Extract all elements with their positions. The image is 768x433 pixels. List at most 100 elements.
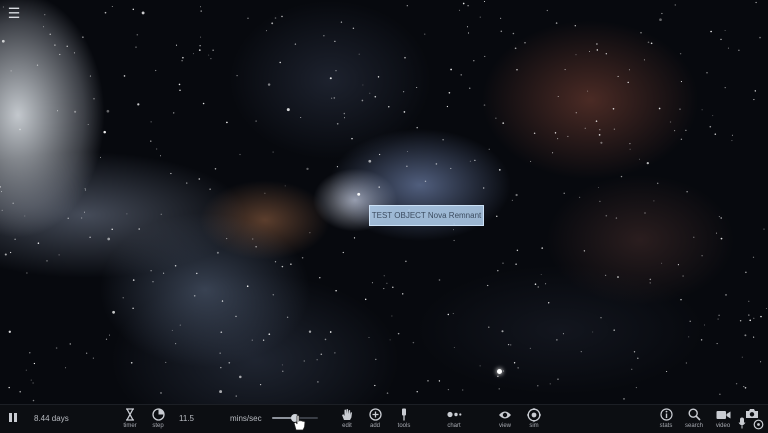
star (718, 314, 720, 317)
edit-button[interactable]: edit (332, 407, 362, 433)
star (562, 333, 564, 335)
sim-button[interactable]: sim (519, 407, 549, 433)
star (760, 315, 762, 318)
star (159, 155, 162, 157)
star (653, 200, 655, 202)
star (12, 202, 14, 205)
star (111, 228, 113, 231)
star (59, 53, 61, 56)
star (605, 53, 607, 55)
star (335, 290, 337, 292)
star (503, 370, 505, 372)
star (383, 288, 385, 290)
star (375, 358, 377, 361)
star (210, 57, 212, 60)
star (378, 186, 380, 188)
pause-button[interactable] (8, 412, 18, 423)
star (122, 297, 124, 299)
star (357, 192, 361, 196)
star (404, 56, 406, 59)
test-object-label[interactable]: TEST OBJECT Nova Remnant (369, 205, 484, 226)
search-button[interactable]: search (679, 407, 709, 433)
hourglass-icon (126, 408, 134, 421)
stats-button[interactable]: stats (651, 407, 681, 433)
chart-label: chart (447, 423, 461, 429)
star (403, 91, 405, 93)
star (685, 362, 688, 364)
star (73, 52, 75, 54)
star (748, 314, 750, 316)
star (597, 186, 599, 188)
pin-icon (402, 408, 406, 421)
star (754, 90, 756, 92)
star (753, 99, 755, 101)
star (286, 316, 289, 318)
chart-button[interactable]: chart (439, 407, 469, 433)
step-value: 11.5 (179, 414, 194, 423)
step-button[interactable]: step (143, 407, 173, 433)
star (126, 213, 128, 215)
star (329, 331, 332, 333)
selected-star[interactable] (497, 369, 502, 374)
star (631, 368, 633, 370)
tools-button[interactable]: tools (389, 407, 419, 433)
star (174, 264, 177, 267)
star (74, 110, 77, 113)
star (406, 165, 408, 167)
star (150, 121, 152, 123)
star (545, 283, 547, 285)
star (374, 95, 377, 98)
star (25, 369, 27, 371)
star (364, 298, 367, 301)
star (208, 54, 210, 56)
star (193, 295, 196, 297)
star (351, 137, 353, 140)
star (274, 17, 277, 19)
search-label: search (684, 423, 703, 429)
star (438, 380, 441, 382)
tools-label: tools (397, 423, 411, 429)
star (212, 49, 214, 51)
hamburger-menu-icon[interactable]: ☰ (5, 4, 23, 22)
star (320, 353, 323, 356)
star (335, 70, 337, 72)
star (557, 378, 559, 380)
star (386, 392, 389, 394)
star (0, 186, 1, 188)
star (738, 49, 740, 52)
star (259, 383, 262, 386)
star (239, 375, 242, 379)
chart-dots-icon (446, 411, 461, 418)
star (226, 121, 228, 124)
star (123, 75, 126, 77)
star (109, 334, 111, 336)
video-button[interactable]: video (708, 407, 738, 433)
star (496, 215, 498, 217)
star (495, 117, 497, 119)
star (216, 251, 219, 254)
space-view[interactable]: ☰ TEST OBJECT Nova Remnant (0, 0, 768, 404)
view-button[interactable]: view (490, 407, 520, 433)
star (516, 249, 519, 252)
star (266, 30, 267, 32)
screenshot-button[interactable] (745, 408, 759, 419)
star (92, 357, 94, 359)
star (497, 375, 499, 378)
star (529, 347, 532, 350)
add-button[interactable]: add (360, 407, 390, 433)
star (281, 265, 284, 268)
star (598, 134, 601, 136)
star (452, 313, 454, 315)
star (613, 128, 616, 130)
settings-button[interactable] (753, 419, 764, 430)
star (578, 196, 581, 199)
star (580, 350, 582, 353)
star (752, 256, 755, 258)
star (511, 199, 514, 202)
star (646, 161, 649, 165)
star (182, 56, 184, 59)
timer-button[interactable]: timer (115, 407, 145, 433)
star (362, 84, 364, 86)
star (83, 211, 86, 213)
bottom-toolbar: 8.44 days timer step 11.5 mins/sec edit … (0, 404, 768, 433)
